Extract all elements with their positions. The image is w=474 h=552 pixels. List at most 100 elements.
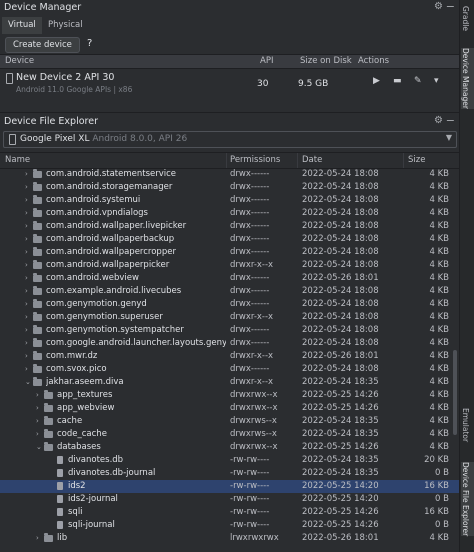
help-icon[interactable]: ? bbox=[87, 38, 92, 49]
folder-row[interactable]: › com.android.wallpaperbackup drwx------ 20… bbox=[0, 233, 459, 246]
folder-row[interactable]: › com.android.wallpaperpicker drwxr-x--x 20… bbox=[0, 259, 459, 272]
chevron-right-icon[interactable]: › bbox=[25, 259, 33, 272]
folder-row[interactable]: › com.genymotion.systempatcher drwx------ 2… bbox=[0, 324, 459, 337]
folder-row[interactable]: › com.google.android.launcher.layouts.gen… bbox=[0, 337, 459, 350]
folder-row[interactable]: ⌄ databases drwxrwx--x 2022-05-25 14:26 4 KB bbox=[0, 441, 459, 454]
minimize-icon[interactable]: − bbox=[446, 114, 455, 127]
chevron-right-icon[interactable]: › bbox=[36, 428, 44, 441]
folder-icon bbox=[33, 247, 42, 256]
scrollbar[interactable] bbox=[453, 350, 457, 435]
chevron-right-icon[interactable]: › bbox=[25, 168, 33, 181]
phone-icon bbox=[9, 134, 16, 145]
folder-row[interactable]: › com.android.webview drwx------ 2022-05-26… bbox=[0, 272, 459, 285]
folder-row[interactable]: › com.android.wallpaper.livepicker drwx---… bbox=[0, 220, 459, 233]
folder-row[interactable]: › app_textures drwxrwx--x 2022-05-25 14:26 4… bbox=[0, 389, 459, 402]
chevron-right-icon[interactable]: › bbox=[25, 207, 33, 220]
file-date: 2022-05-26 18:01 bbox=[302, 273, 379, 283]
chevron-right-icon[interactable]: › bbox=[36, 415, 44, 428]
file-size: 16 KB bbox=[424, 507, 449, 517]
chevron-right-icon[interactable]: › bbox=[25, 246, 33, 259]
folder-row[interactable]: › com.android.vpndialogs drwx------ 2022-05… bbox=[0, 207, 459, 220]
folder-row[interactable]: › com.android.systemui drwx------ 2022-05-2… bbox=[0, 194, 459, 207]
folder-row[interactable]: › lib lrwxrwxrwx 2022-05-26 18:01 4 KB bbox=[0, 532, 459, 545]
column-date[interactable]: Date bbox=[302, 153, 322, 168]
chevron-right-icon[interactable]: › bbox=[25, 324, 33, 337]
chevron-right-icon[interactable]: › bbox=[36, 389, 44, 402]
file-date: 2022-05-24 18:35 bbox=[302, 468, 379, 478]
minimize-icon[interactable]: − bbox=[446, 0, 455, 13]
column-permissions[interactable]: Permissions bbox=[230, 153, 280, 168]
chevron-right-icon[interactable]: › bbox=[25, 194, 33, 207]
file-size: 4 KB bbox=[429, 195, 449, 205]
chevron-right-icon[interactable]: › bbox=[25, 181, 33, 194]
chevron-right-icon[interactable]: › bbox=[25, 272, 33, 285]
device-selector[interactable]: Google Pixel XL Android 8.0.0, API 26 ▼ bbox=[3, 131, 457, 148]
file-row[interactable]: divanotes.db-journal -rw-rw---- 2022-05-24… bbox=[0, 467, 459, 480]
column-size-on-disk[interactable]: Size on Disk bbox=[300, 55, 352, 68]
folder-row[interactable]: › cache drwxrws--x 2022-05-24 18:35 4 KB bbox=[0, 415, 459, 428]
file-row[interactable]: divanotes.db -rw-rw---- 2022-05-24 18:35 20… bbox=[0, 454, 459, 467]
file-permissions: drwx------ bbox=[230, 364, 270, 374]
folder-icon bbox=[33, 234, 42, 243]
folder-row[interactable]: › com.android.storagemanager drwx------ 202… bbox=[0, 181, 459, 194]
file-icon bbox=[57, 521, 63, 529]
chevron-right-icon[interactable]: › bbox=[36, 402, 44, 415]
chevron-right-icon[interactable]: › bbox=[25, 220, 33, 233]
file-row[interactable]: ids2 -rw-rw---- 2022-05-25 14:20 16 KB bbox=[0, 480, 459, 493]
chevron-down-icon[interactable]: ⌄ bbox=[25, 376, 33, 389]
edit-icon[interactable]: ✎ bbox=[414, 76, 422, 86]
device-row[interactable]: New Device 2 API 30 Android 11.0 Google … bbox=[0, 68, 459, 102]
dropdown-arrow-icon[interactable]: ▼ bbox=[446, 133, 452, 142]
gear-icon[interactable]: ⚙ bbox=[434, 1, 443, 12]
folder-row[interactable]: › com.genymotion.genyd drwx------ 2022-05-2… bbox=[0, 298, 459, 311]
device-name: New Device 2 API 30 bbox=[16, 72, 115, 83]
column-name[interactable]: Name bbox=[5, 153, 30, 168]
tab-gradle[interactable]: Gradle bbox=[461, 6, 474, 31]
column-device[interactable]: Device bbox=[5, 55, 34, 68]
folder-icon[interactable]: ▬ bbox=[393, 76, 402, 86]
folder-row[interactable]: › com.mwr.dz drwxr-x--x 2022-05-26 18:01 4 K… bbox=[0, 350, 459, 363]
play-icon[interactable]: ▶ bbox=[373, 76, 380, 86]
chevron-right-icon[interactable]: › bbox=[36, 532, 44, 545]
file-date: 2022-05-24 18:35 bbox=[302, 377, 379, 387]
folder-row[interactable]: › com.android.wallpapercropper drwx------ 2… bbox=[0, 246, 459, 259]
tab-emulator[interactable]: Emulator bbox=[461, 408, 474, 442]
folder-row[interactable]: › com.svox.pico drwx------ 2022-05-24 18:08… bbox=[0, 363, 459, 376]
file-size: 4 KB bbox=[429, 416, 449, 426]
chevron-right-icon[interactable]: › bbox=[25, 298, 33, 311]
tab-device-manager[interactable]: Device Manager bbox=[461, 48, 474, 109]
file-permissions: drwx------ bbox=[230, 208, 270, 218]
file-icon bbox=[57, 456, 63, 464]
create-device-button[interactable]: Create device bbox=[5, 37, 80, 53]
chevron-right-icon[interactable]: › bbox=[25, 337, 33, 350]
chevron-right-icon[interactable]: › bbox=[25, 311, 33, 324]
chevron-right-icon[interactable]: › bbox=[25, 363, 33, 376]
file-explorer-title: Device File Explorer bbox=[4, 116, 98, 127]
file-date: 2022-05-24 18:08 bbox=[302, 234, 379, 244]
chevron-down-icon[interactable]: ▾ bbox=[434, 76, 439, 86]
file-permissions: drwx------ bbox=[230, 299, 270, 309]
folder-row[interactable]: ⌄ jakhar.aseem.diva drwxr-x--x 2022-05-24 1… bbox=[0, 376, 459, 389]
chevron-right-icon[interactable]: › bbox=[25, 233, 33, 246]
folder-row[interactable]: › com.example.android.livecubes drwx------… bbox=[0, 285, 459, 298]
column-size[interactable]: Size bbox=[408, 153, 425, 168]
gear-icon[interactable]: ⚙ bbox=[434, 115, 443, 126]
tab-virtual[interactable]: Virtual bbox=[2, 17, 42, 34]
chevron-right-icon[interactable]: › bbox=[25, 285, 33, 298]
file-date: 2022-05-24 18:08 bbox=[302, 312, 379, 322]
file-size: 4 KB bbox=[429, 325, 449, 335]
chevron-right-icon[interactable]: › bbox=[25, 350, 33, 363]
file-row[interactable]: ids2-journal -rw-rw---- 2022-05-25 14:20 0 … bbox=[0, 493, 459, 506]
tab-physical[interactable]: Physical bbox=[42, 17, 89, 34]
file-name: app_textures bbox=[57, 390, 113, 400]
tab-device-file-explorer[interactable]: Device File Explorer bbox=[461, 462, 474, 537]
file-row[interactable]: sqli-journal -rw-rw---- 2022-05-25 14:26 0 … bbox=[0, 519, 459, 532]
folder-row[interactable]: › app_webview drwxrwx--x 2022-05-25 14:26 4 … bbox=[0, 402, 459, 415]
folder-row[interactable]: › com.android.statementservice drwx------ 2… bbox=[0, 168, 459, 181]
folder-row[interactable]: › code_cache drwxrws--x 2022-05-24 18:35 4 K… bbox=[0, 428, 459, 441]
folder-row[interactable]: › com.genymotion.superuser drwxr-x--x 2022-… bbox=[0, 311, 459, 324]
folder-icon bbox=[33, 338, 42, 347]
chevron-down-icon[interactable]: ⌄ bbox=[36, 441, 44, 454]
column-api[interactable]: API bbox=[260, 55, 273, 68]
file-row[interactable]: sqli -rw-rw---- 2022-05-25 14:26 16 KB bbox=[0, 506, 459, 519]
